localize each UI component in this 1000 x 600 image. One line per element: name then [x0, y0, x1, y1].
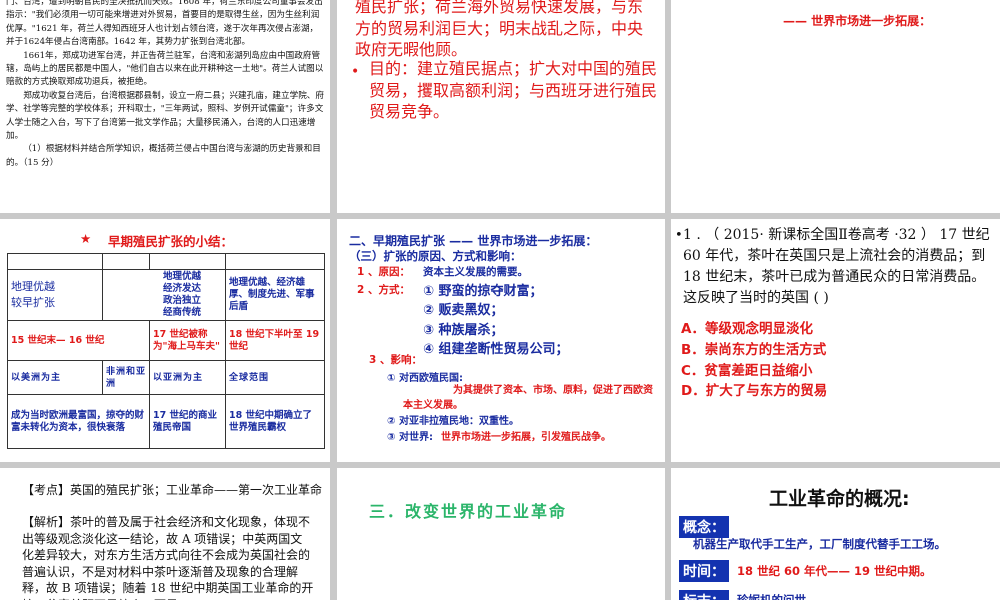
table-cell: 地理优越 较早扩张	[7, 269, 103, 321]
table-cell: 非洲和亚洲	[102, 360, 150, 395]
reason-label: 1 、原因：	[357, 266, 410, 278]
mark-label: 标志：	[679, 590, 729, 600]
impact-3-label: ③ 对世界:	[387, 432, 433, 443]
slide-3-thumbnail[interactable]: —— 世界市场进一步拓展：	[671, 0, 1000, 213]
impact-1-label: ① 对西欧殖民国:	[387, 373, 463, 384]
concept-text: 机器生产取代手工生产，工厂制度代替手工工场。	[693, 537, 946, 551]
mark-text: 珍妮机的问世	[737, 593, 806, 600]
concept-label: 概念：	[679, 516, 729, 538]
slide1-paragraph-3: 郑成功收复台湾后，台湾根据郡县制，设立一府二县；兴建孔庙，建立学院、府学、社学等…	[6, 90, 324, 142]
slide-8-thumbnail[interactable]: 三．改变世界的工业革命	[337, 468, 665, 600]
table-cell: 以亚洲为主	[149, 360, 226, 395]
jiexi-text: 【解析】茶叶的普及属于社会经济和文化现象，体现不出等级观念淡化这一结论，故 A …	[22, 515, 314, 600]
slide-1-thumbnail[interactable]: 门、台湾，遭到明朝官民的坚决抵抗而失败。1608 年，荷兰东印度公司董事会发出指…	[0, 0, 330, 213]
slide1-paragraph-2: 1661年，郑成功进军台湾，并正告荷兰驻军，台湾和澎湖列岛应由中国政府管辖，岛屿…	[6, 50, 324, 88]
time-text: 18 世纪 60 年代—— 19 世纪中期。	[737, 564, 932, 578]
table-cell: 17 世纪的商业殖民帝国	[149, 394, 226, 449]
method-item: ② 贩卖黑奴；	[423, 303, 504, 318]
table-row: 以美洲为主 非洲和亚洲 以亚洲为主 全球范围	[7, 360, 325, 395]
table-row	[7, 253, 325, 270]
slide2-purpose-text: 目的：建立殖民据点；扩大对中国的殖民贸易，攫取高额利润；与西班牙进行殖民贸易竞争…	[369, 59, 658, 121]
slide9-title: 工业革命的概况:	[769, 488, 910, 510]
slide1-question: （1）根据材料并结合所学知识，概括荷兰侵占中国台湾与澎湖的历史背景和目的。（15…	[6, 144, 321, 168]
slide4-title: 早期殖民扩张的小结：	[108, 234, 234, 249]
slide2-background-text: 殖民扩张；荷兰海外贸易快速发展，与东方的贸易利润巨大；明末战乱之际，中央政府无暇…	[355, 0, 644, 59]
method-item: ① 野蛮的掠夺财富；	[423, 284, 543, 299]
table-cell: 地理优越、经济雄厚、制度先进、军事后盾	[225, 269, 325, 321]
bullet-icon: •	[351, 64, 360, 80]
slide8-title: 三．改变世界的工业革命	[369, 502, 568, 521]
time-label: 时间：	[679, 560, 729, 582]
slide5-subtitle: （三）扩张的原因、方式和影响：	[349, 249, 522, 263]
slide-4-thumbnail[interactable]: ★ 早期殖民扩张的小结： 地理优越 较早扩张 地理优越 经济发达 政治独立 经商…	[0, 219, 330, 462]
impact-1-text: 为其提供了资本、市场、原料，促进了西欧资本主义发展。	[403, 385, 653, 411]
impact-3-text: 世界市场进一步拓展，引发殖民战争。	[441, 432, 611, 443]
impact-2: ② 对亚非拉殖民地：双重性。	[387, 416, 519, 427]
option-a[interactable]: A．等级观念明显淡化	[681, 317, 813, 337]
slide-7-thumbnail[interactable]: 【考点】英国的殖民扩张；工业革命——第一次工业革命 【解析】茶叶的普及属于社会经…	[0, 468, 330, 600]
question-body: 1 . （ 2015· 新课标全国Ⅱ卷高考 ·32 ） 17 世纪 60 年代，…	[683, 227, 990, 306]
slide-9-thumbnail[interactable]: 工业革命的概况: 概念： 机器生产取代手工生产，工厂制度代替手工工场。 时间： …	[671, 468, 1000, 600]
table-row: 成为当时欧洲最富国，掠夺的财富未转化为资本，很快衰落 17 世纪的商业殖民帝国 …	[7, 394, 325, 449]
option-d[interactable]: D．扩大了与东方的贸易	[681, 379, 827, 399]
table-cell: 18 世纪下半叶至 19 世纪	[225, 320, 325, 361]
impact-label: 3 、影响：	[369, 354, 422, 366]
table-cell: 全球范围	[225, 360, 325, 395]
method-item: ④ 组建垄断性贸易公司；	[423, 342, 569, 357]
option-c[interactable]: C．贫富差距日益缩小	[681, 359, 812, 379]
slide-2-thumbnail[interactable]: 殖民扩张；荷兰海外贸易快速发展，与东方的贸易利润巨大；明末战乱之际，中央政府无暇…	[337, 0, 665, 213]
slide1-paragraph-1: 门、台湾，遭到明朝官民的坚决抵抗而失败。1608 年，荷兰东印度公司董事会发出指…	[6, 0, 323, 48]
slide-6-thumbnail[interactable]: • 1 . （ 2015· 新课标全国Ⅱ卷高考 ·32 ） 17 世纪 60 年…	[671, 219, 1000, 462]
option-b[interactable]: B．崇尚东方的生活方式	[681, 338, 826, 358]
table-cell: 18 世纪中期确立了世界殖民霸权	[225, 394, 325, 449]
method-item: ③ 种族屠杀；	[423, 323, 504, 338]
table-cell: 15 世纪末— 16 世纪	[7, 320, 150, 361]
table-cell: 以美洲为主	[7, 360, 103, 395]
bullet-icon: •	[675, 228, 683, 243]
slide-5-thumbnail[interactable]: 二、早期殖民扩张 —— 世界市场进一步拓展： （三）扩张的原因、方式和影响： 1…	[337, 219, 665, 462]
reason-text: 资本主义发展的需要。	[423, 266, 528, 278]
method-label: 2 、方式：	[357, 284, 410, 296]
slide5-title: 二、早期殖民扩张 —— 世界市场进一步拓展：	[349, 234, 598, 248]
table-cell: 17 世纪被称为"海上马车夫"	[149, 320, 226, 361]
table-cell: 地理优越 经济发达 政治独立 经商传统	[102, 269, 226, 321]
kaodian-text: 【考点】英国的殖民扩张；工业革命——第一次工业革命	[22, 483, 323, 497]
slide3-subtitle: —— 世界市场进一步拓展：	[783, 14, 932, 28]
table-row: 15 世纪末— 16 世纪 17 世纪被称为"海上马车夫" 18 世纪下半叶至 …	[7, 320, 325, 361]
table-cell: 成为当时欧洲最富国，掠夺的财富未转化为资本，很快衰落	[7, 394, 150, 449]
star-icon: ★	[80, 231, 92, 246]
summary-table: 地理优越 较早扩张 地理优越 经济发达 政治独立 经商传统 地理优越、经济雄厚、…	[7, 253, 325, 449]
table-row: 地理优越 较早扩张 地理优越 经济发达 政治独立 经商传统 地理优越、经济雄厚、…	[7, 269, 325, 321]
question-text: • 1 . （ 2015· 新课标全国Ⅱ卷高考 ·32 ） 17 世纪 60 年…	[675, 225, 995, 309]
